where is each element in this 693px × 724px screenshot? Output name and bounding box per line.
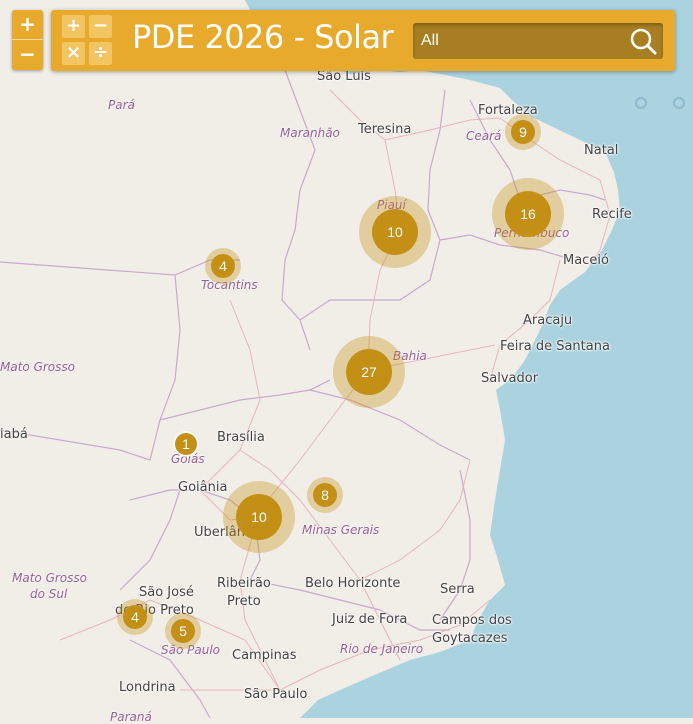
cluster-count: 27	[346, 349, 392, 395]
zoom-out-button[interactable]: −	[12, 40, 43, 69]
city-label: Goytacazes	[432, 631, 508, 646]
cluster-marker[interactable]: 4	[117, 599, 153, 635]
state-label: Rio de Janeiro	[340, 642, 424, 656]
city-label: Campinas	[232, 648, 297, 663]
header-bar: + − × ÷ PDE 2026 - Solar	[51, 10, 675, 71]
cluster-marker[interactable]: 4	[205, 248, 241, 284]
times-icon: ×	[62, 42, 85, 65]
cluster-count: 4	[211, 254, 235, 278]
city-label: Juiz de Fora	[332, 612, 408, 627]
search-box[interactable]	[413, 23, 663, 59]
state-label: Maranhão	[280, 126, 340, 140]
page-title: PDE 2026 - Solar	[132, 18, 394, 56]
cluster-marker[interactable]: 10	[223, 481, 295, 553]
city-label: Salvador	[481, 371, 539, 386]
cluster-count: 16	[505, 191, 551, 237]
cluster-count: 8	[313, 483, 337, 507]
plus-icon: +	[62, 15, 85, 38]
state-label: Paraná	[110, 710, 152, 724]
cluster-marker[interactable]: 27	[333, 336, 405, 408]
search-input[interactable]	[413, 23, 623, 59]
city-label: Serra	[440, 582, 475, 597]
search-icon[interactable]	[629, 27, 657, 55]
state-label: do Sul	[30, 587, 68, 601]
cluster-marker[interactable]: 1	[173, 431, 199, 457]
cluster-count: 10	[236, 494, 282, 540]
city-label: Maceió	[563, 253, 609, 268]
city-label: Brasília	[217, 430, 265, 445]
city-label: São Paulo	[244, 687, 308, 702]
city-label: Londrina	[119, 680, 176, 695]
city-label: Campos dos	[432, 613, 512, 628]
state-label: Ceará	[466, 129, 502, 143]
city-label: Preto	[227, 594, 261, 609]
city-label: iabá	[0, 427, 28, 442]
cluster-count: 1	[175, 433, 197, 455]
state-label: Pará	[108, 98, 135, 112]
state-label: Minas Gerais	[302, 523, 380, 537]
zoom-control: + −	[12, 10, 43, 70]
city-label: Feira de Santana	[500, 339, 610, 354]
app-logo: + − × ÷	[62, 15, 114, 67]
city-label: Goiânia	[178, 480, 228, 495]
city-label: Natal	[584, 143, 619, 158]
city-label: Ribeirão	[217, 576, 271, 591]
city-label: Aracaju	[523, 313, 573, 328]
divide-icon: ÷	[89, 42, 112, 65]
cluster-marker[interactable]: 16	[492, 178, 564, 250]
city-label: Teresina	[358, 122, 412, 137]
cluster-marker[interactable]: 8	[307, 477, 343, 513]
map-canvas[interactable]: São Luís Teresina Fortaleza Natal Recife…	[0, 0, 693, 724]
city-label: São José	[139, 585, 194, 600]
cluster-marker[interactable]: 5	[165, 613, 201, 649]
cluster-count: 9	[511, 120, 535, 144]
cluster-marker[interactable]: 10	[359, 196, 431, 268]
city-label: Belo Horizonte	[305, 576, 401, 591]
cluster-count: 10	[372, 209, 418, 255]
cluster-count: 5	[171, 619, 195, 643]
cluster-marker[interactable]: 9	[505, 114, 541, 150]
cluster-count: 4	[123, 605, 147, 629]
city-label: São Luís	[317, 69, 371, 84]
city-label: Recife	[592, 207, 632, 222]
zoom-in-button[interactable]: +	[12, 10, 43, 39]
minus-icon: −	[89, 15, 112, 38]
state-label: Mato Grosso	[0, 360, 75, 374]
state-label: Mato Grosso	[12, 571, 87, 585]
